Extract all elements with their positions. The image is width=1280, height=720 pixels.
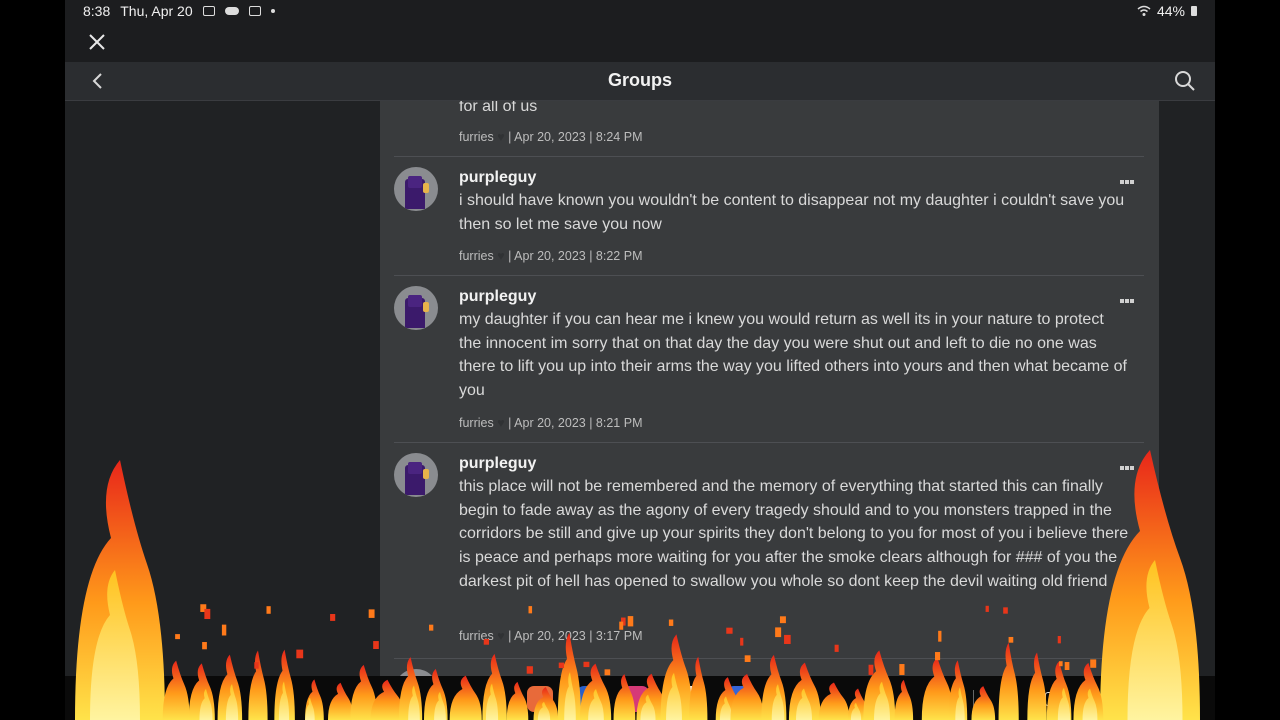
heart-icon: ♥ [497, 130, 505, 144]
post-date: | Apr 20, 2023 | 8:21 PM [508, 416, 643, 430]
ember [296, 649, 304, 659]
wall-post: purpleguy my daughter if you can hear me… [394, 275, 1144, 443]
wall-post: for all of us furries ♥ | Apr 20, 2023 |… [394, 101, 1144, 156]
avatar[interactable] [394, 453, 438, 497]
more-options-icon[interactable] [1120, 171, 1138, 184]
post-author[interactable]: purpleguy [459, 455, 536, 473]
status-bar: 8:38 Thu, Apr 20 44% [65, 0, 1215, 22]
post-date: | Apr 20, 2023 | 8:22 PM [508, 249, 643, 263]
search-icon[interactable] [1173, 69, 1197, 93]
page-header: Groups [65, 62, 1215, 101]
photos-app-icon[interactable] [527, 686, 553, 712]
wifi-icon [1137, 5, 1151, 16]
status-time: 8:38 [83, 3, 111, 19]
screenshot-icon [202, 6, 215, 16]
app-dock [65, 676, 1215, 720]
post-date: | Apr 20, 2023 | 3:17 PM [508, 629, 643, 643]
page-title: Groups [607, 70, 672, 90]
battery-icon [1191, 6, 1197, 16]
ember [266, 606, 271, 614]
heart-icon: ♥ [497, 249, 505, 263]
post-author[interactable]: purpleguy [459, 169, 536, 187]
post-group[interactable]: furries [459, 416, 494, 430]
ember [330, 614, 336, 621]
heart-icon: ♥ [497, 629, 505, 643]
calendar-icon [248, 6, 261, 16]
avatar[interactable] [394, 167, 438, 211]
youtube-app-icon[interactable] [679, 686, 705, 712]
heart-icon: ♥ [497, 416, 505, 430]
ember [200, 604, 207, 612]
wall-post: purpleguy this place will not be remembe… [394, 442, 1144, 663]
browser-app-icon[interactable] [623, 686, 649, 712]
post-meta: furries ♥ | Apr 20, 2023 | 8:22 PM [459, 249, 642, 263]
close-icon[interactable] [85, 30, 109, 54]
ember [202, 642, 207, 650]
ember [221, 624, 227, 636]
ember [204, 608, 211, 620]
home-button-icon[interactable] [1045, 692, 1059, 706]
post-group[interactable]: furries [459, 249, 494, 263]
post-group[interactable]: furries [459, 629, 494, 643]
post-group[interactable]: furries [459, 130, 494, 144]
battery-percent: 44% [1156, 3, 1185, 19]
more-options-icon[interactable] [1120, 457, 1138, 470]
post-text: this place will not be remembered and th… [459, 478, 1129, 590]
status-date: Thu, Apr 20 [120, 3, 193, 19]
post-text: i should have known you wouldn't be cont… [459, 192, 1125, 233]
group-wall-panel: for all of us furries ♥ | Apr 20, 2023 |… [380, 101, 1159, 720]
cloud-icon [224, 7, 239, 15]
post-text: my daughter if you can hear me i knew yo… [459, 311, 1127, 400]
post-text: for all of us [459, 101, 538, 115]
app-window: 8:38 Thu, Apr 20 44% Groups for all of u… [65, 0, 1215, 720]
post-date: | Apr 20, 2023 | 8:24 PM [508, 130, 643, 144]
dock-divider [973, 690, 974, 708]
avatar[interactable] [394, 286, 438, 330]
post-meta: furries ♥ | Apr 20, 2023 | 8:21 PM [459, 416, 642, 430]
top-bar [65, 22, 1215, 62]
ember [368, 609, 375, 618]
notification-dot-icon [270, 9, 275, 13]
ember [254, 662, 259, 669]
video-editor-app-icon[interactable] [727, 686, 753, 712]
more-options-icon[interactable] [1120, 290, 1138, 303]
post-meta: furries ♥ | Apr 20, 2023 | 8:24 PM [459, 130, 642, 144]
files-app-icon[interactable] [577, 686, 603, 712]
ember [373, 641, 379, 649]
wall-post: purpleguy i should have known you wouldn… [394, 156, 1144, 276]
ember [175, 634, 180, 640]
post-meta: furries ♥ | Apr 20, 2023 | 3:17 PM [459, 629, 642, 643]
dock-divider [663, 690, 664, 708]
post-author[interactable]: purpleguy [459, 288, 536, 306]
